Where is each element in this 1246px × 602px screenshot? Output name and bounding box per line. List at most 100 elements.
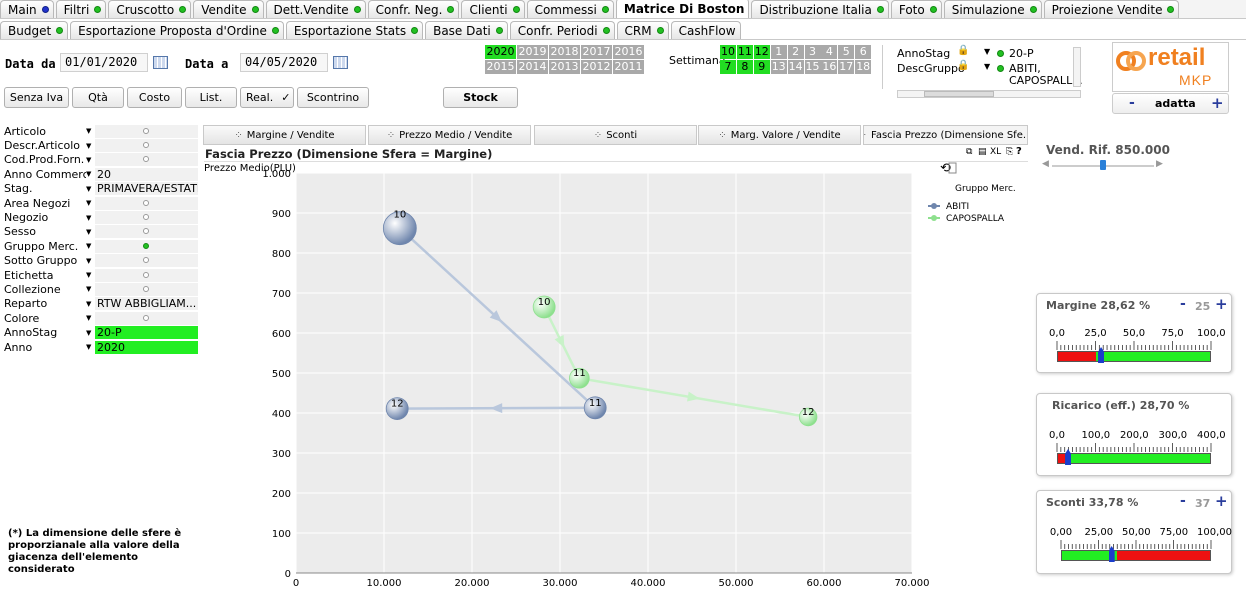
tab-commessi[interactable]: Commessi bbox=[526, 0, 614, 18]
tab-matrice-di-boston[interactable]: Matrice Di Boston bbox=[615, 0, 750, 18]
filter-row[interactable]: Gruppo Merc. ▼ bbox=[4, 239, 198, 253]
calendar-icon[interactable] bbox=[333, 56, 348, 69]
year-cell[interactable]: 2020 bbox=[485, 45, 516, 59]
calendar-icon[interactable] bbox=[153, 56, 168, 69]
filter-value[interactable] bbox=[95, 254, 198, 268]
week-cell[interactable]: 10 bbox=[720, 45, 736, 59]
dropdown-icon[interactable]: ▼ bbox=[86, 257, 95, 265]
decrease-button[interactable]: - bbox=[1180, 493, 1186, 509]
filter-value[interactable]: RTW ABBIGLIAM... bbox=[95, 297, 198, 311]
dropdown-icon[interactable]: ▼ bbox=[86, 314, 95, 322]
week-cell[interactable]: 3 bbox=[804, 45, 821, 59]
tab-distribuzione-italia[interactable]: Distribuzione Italia bbox=[751, 0, 889, 18]
filter-value[interactable] bbox=[95, 139, 198, 153]
year-cell[interactable]: 2012 bbox=[581, 60, 612, 74]
filter-value[interactable] bbox=[95, 282, 198, 296]
zoom-out-button[interactable]: - bbox=[1129, 95, 1135, 111]
dropdown-icon[interactable]: ▼ bbox=[86, 214, 95, 222]
increase-button[interactable]: + bbox=[1215, 492, 1228, 510]
filter-value[interactable] bbox=[95, 225, 198, 239]
year-cell[interactable]: 2017 bbox=[581, 45, 612, 59]
tab-confr-periodi[interactable]: Confr. Periodi bbox=[509, 21, 615, 39]
week-cell[interactable]: 16 bbox=[821, 60, 838, 74]
tab-vendite[interactable]: Vendite bbox=[193, 0, 264, 18]
tab-cashflow[interactable]: CashFlow bbox=[670, 21, 741, 39]
tab-budget[interactable]: Budget bbox=[0, 21, 69, 39]
tab-proiezione-vendite[interactable]: Proiezione Vendite bbox=[1043, 0, 1180, 18]
tab-clienti[interactable]: Clienti bbox=[461, 0, 525, 18]
week-cell[interactable]: 11 bbox=[736, 45, 753, 59]
dropdown-icon[interactable]: ▼ bbox=[86, 329, 95, 337]
tab-crm[interactable]: CRM bbox=[616, 21, 669, 39]
date-to-field[interactable]: 04/05/2020 bbox=[240, 53, 328, 72]
filter-value[interactable] bbox=[95, 124, 198, 138]
filter-row[interactable]: AnnoStag ▼ 20-P bbox=[4, 325, 198, 340]
tab-filtri[interactable]: Filtri bbox=[55, 0, 107, 18]
filter-row[interactable]: Anno Commerc. ▼ 20 bbox=[4, 167, 198, 181]
week-cell[interactable]: 14 bbox=[787, 60, 804, 74]
dropdown-icon[interactable]: ▼ bbox=[984, 62, 990, 71]
filter-value[interactable] bbox=[95, 196, 198, 210]
chart-tab[interactable]: ⁘ Sconti bbox=[534, 125, 697, 145]
vertical-scrollbar[interactable] bbox=[1073, 47, 1081, 87]
week-cell[interactable]: 13 bbox=[770, 60, 787, 74]
excel-icon[interactable]: XL bbox=[990, 147, 1001, 157]
week-cell[interactable]: 5 bbox=[838, 45, 855, 59]
tab-simulazione[interactable]: Simulazione bbox=[943, 0, 1042, 18]
filter-value[interactable] bbox=[95, 153, 198, 167]
filter-value[interactable] bbox=[95, 211, 198, 225]
week-cell[interactable]: 6 bbox=[855, 45, 872, 59]
dropdown-icon[interactable]: ▼ bbox=[86, 199, 95, 207]
filter-value[interactable]: PRIMAVERA/ESTATE bbox=[95, 182, 198, 196]
dropdown-icon[interactable]: ▼ bbox=[86, 271, 95, 279]
tab-dett-vendite[interactable]: Dett.Vendite bbox=[265, 0, 366, 18]
annostag-value[interactable]: 20-P bbox=[1009, 47, 1034, 60]
filter-row[interactable]: Descr.Articolo ▼ bbox=[4, 138, 198, 153]
copy-icon[interactable]: ⎘ bbox=[1006, 147, 1013, 157]
help-icon[interactable]: ? bbox=[1016, 146, 1022, 157]
chart-tab[interactable]: ⁘ Prezzo Medio / Vendite bbox=[368, 125, 531, 145]
filter-value[interactable] bbox=[95, 239, 198, 253]
week-cell[interactable]: 2 bbox=[787, 45, 804, 59]
tab-foto[interactable]: Foto bbox=[890, 0, 942, 18]
tab-main[interactable]: Main bbox=[0, 0, 54, 18]
chart-tab[interactable]: ⁘ Marg. Valore / Vendite bbox=[698, 125, 861, 145]
dropdown-icon[interactable]: ▼ bbox=[86, 127, 95, 135]
filter-value[interactable]: 20 bbox=[95, 167, 198, 181]
filter-row[interactable]: Sotto Gruppo ▼ bbox=[4, 254, 198, 268]
descgruppo-value[interactable]: CAPOSPALL... bbox=[1009, 74, 1083, 87]
real-button[interactable]: Real. ✓ bbox=[240, 87, 294, 108]
year-cell[interactable]: 2013 bbox=[549, 60, 580, 74]
filter-row[interactable]: Stag. ▼ PRIMAVERA/ESTATE bbox=[4, 182, 198, 196]
year-cell[interactable]: 2019 bbox=[517, 45, 548, 59]
dropdown-icon[interactable]: ▼ bbox=[86, 285, 95, 293]
dropdown-icon[interactable]: ▼ bbox=[86, 228, 95, 236]
dropdown-icon[interactable]: ▼ bbox=[86, 242, 95, 250]
week-cell[interactable]: 4 bbox=[821, 45, 838, 59]
filter-row[interactable]: Area Negozi ▼ bbox=[4, 196, 198, 210]
horizontal-scrollbar[interactable] bbox=[897, 90, 1081, 98]
year-cell[interactable]: 2011 bbox=[613, 60, 644, 74]
week-cell[interactable]: 15 bbox=[804, 60, 821, 74]
week-cell[interactable]: 9 bbox=[753, 60, 770, 74]
stock-button[interactable]: Stock bbox=[443, 87, 518, 108]
dropdown-icon[interactable]: ▼ bbox=[984, 47, 990, 56]
tab-esportazione-stats[interactable]: Esportazione Stats bbox=[285, 21, 424, 39]
chart-tab[interactable]: ⁘ Fascia Prezzo (Dimensione Sfe... bbox=[863, 125, 1028, 145]
tab-esportazione-proposta-d-ordine[interactable]: Esportazione Proposta d'Ordine bbox=[70, 21, 284, 39]
tab-cruscotto[interactable]: Cruscotto bbox=[108, 0, 192, 18]
costo-button[interactable]: Costo bbox=[127, 87, 182, 108]
week-cell[interactable]: 1 bbox=[770, 45, 787, 59]
zoom-in-button[interactable]: + bbox=[1211, 94, 1224, 112]
senza-iva-button[interactable]: Senza Iva bbox=[4, 87, 69, 108]
scontrino-button[interactable]: Scontrino bbox=[297, 87, 369, 108]
date-from-field[interactable]: 01/01/2020 bbox=[60, 53, 148, 72]
filter-value[interactable]: 20-P bbox=[95, 326, 198, 340]
year-cell[interactable]: 2015 bbox=[485, 60, 516, 74]
dropdown-icon[interactable]: ▼ bbox=[86, 142, 95, 150]
dropdown-icon[interactable]: ▼ bbox=[86, 170, 95, 178]
filter-value[interactable]: 2020 bbox=[95, 340, 198, 354]
year-cell[interactable]: 2016 bbox=[613, 45, 644, 59]
filter-row[interactable]: Anno ▼ 2020 bbox=[4, 340, 198, 354]
lock-icon[interactable]: 🔒 bbox=[957, 60, 969, 71]
